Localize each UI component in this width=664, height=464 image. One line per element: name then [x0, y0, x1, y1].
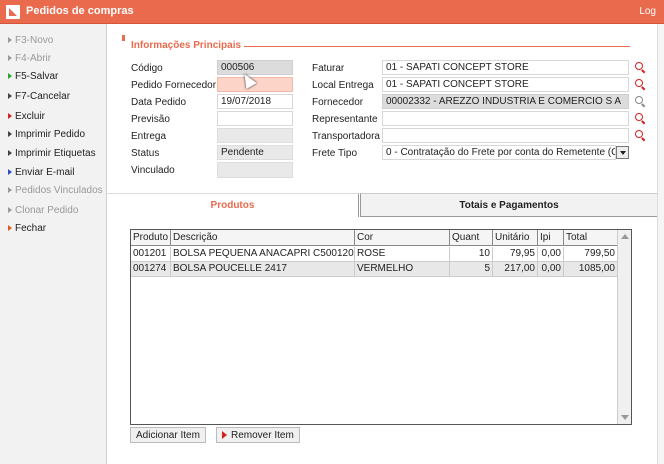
remove-item-button[interactable]: Remover Item	[216, 427, 300, 443]
codigo-label: Código	[131, 63, 163, 74]
vinculado-field	[217, 162, 293, 178]
window-title: Pedidos de compras	[26, 5, 134, 17]
sidebar-item-novo[interactable]: F3-Novo	[8, 33, 53, 47]
transportadora-field[interactable]	[382, 128, 629, 143]
title-bar: Pedidos de compras Log	[0, 0, 664, 24]
table-row[interactable]: 001274 BOLSA POUCELLE 2417 VERMELHO 5 21…	[131, 262, 618, 277]
sidebar-item-pedidos-vinculados[interactable]: Pedidos Vinculados	[8, 183, 103, 197]
section-divider	[244, 46, 630, 47]
frete-tipo-label: Frete Tipo	[312, 148, 358, 159]
previsao-label: Previsão	[131, 114, 170, 125]
header-total[interactable]: Total	[564, 230, 618, 246]
arrow-icon	[8, 150, 12, 156]
products-grid[interactable]: Produto Descrição Cor Quant Unitário Ipi…	[130, 229, 632, 425]
arrow-icon	[8, 55, 12, 61]
search-icon[interactable]	[634, 129, 646, 141]
codigo-field[interactable]: 000506	[217, 60, 293, 75]
arrow-icon	[8, 37, 12, 43]
arrow-icon	[8, 207, 12, 213]
search-icon[interactable]	[634, 78, 646, 90]
header-descricao[interactable]: Descrição	[171, 230, 355, 246]
fornecedor-field[interactable]: 00002332 - AREZZO INDUSTRIA E COMERCIO S…	[382, 94, 629, 109]
vinculado-label: Vinculado	[131, 165, 175, 176]
sidebar: F3-Novo F4-Abrir F5-Salvar F7-Cancelar E…	[0, 24, 107, 464]
search-icon[interactable]	[634, 112, 646, 124]
tab-totais-pagamentos[interactable]: Totais e Pagamentos	[360, 193, 657, 217]
sidebar-item-clonar-pedido[interactable]: Clonar Pedido	[8, 203, 78, 217]
status-field: Pendente	[217, 145, 293, 160]
arrow-icon	[8, 225, 12, 231]
local-entrega-field[interactable]: 01 - SAPATI CONCEPT STORE	[382, 77, 629, 92]
sidebar-item-enviar-email[interactable]: Enviar E-mail	[8, 165, 74, 179]
arrow-icon	[8, 131, 12, 137]
table-row[interactable]: 001201 BOLSA PEQUENA ANACAPRI C50012002 …	[131, 247, 618, 262]
scroll-up-icon[interactable]	[621, 234, 629, 239]
transportadora-label: Transportadora	[312, 131, 380, 142]
pedido-fornecedor-label: Pedido Fornecedor	[131, 80, 217, 91]
representante-field[interactable]	[382, 111, 629, 126]
arrow-icon	[8, 73, 12, 79]
header-produto[interactable]: Produto	[131, 230, 171, 246]
arrow-icon	[8, 93, 12, 99]
faturar-field[interactable]: 01 - SAPATI CONCEPT STORE	[382, 60, 629, 75]
sidebar-item-excluir[interactable]: Excluir	[8, 109, 45, 123]
entrega-label: Entrega	[131, 131, 167, 142]
sidebar-item-salvar[interactable]: F5-Salvar	[8, 69, 58, 83]
log-link[interactable]: Log	[639, 6, 656, 17]
data-pedido-field[interactable]: 19/07/2018	[217, 94, 293, 109]
faturar-label: Faturar	[312, 63, 345, 74]
header-ipi[interactable]: Ipi	[538, 230, 564, 246]
grid-header: Produto Descrição Cor Quant Unitário Ipi…	[131, 230, 618, 246]
header-cor[interactable]: Cor	[355, 230, 450, 246]
arrow-icon	[8, 113, 12, 119]
header-quant[interactable]: Quant	[450, 230, 493, 246]
search-icon[interactable]	[634, 95, 646, 107]
arrow-icon	[8, 169, 12, 175]
window-edge	[657, 24, 664, 464]
arrow-icon	[8, 187, 12, 193]
scroll-down-icon[interactable]	[621, 415, 629, 420]
fornecedor-label: Fornecedor	[312, 97, 364, 108]
header-unitario[interactable]: Unitário	[493, 230, 538, 246]
add-item-button[interactable]: Adicionar Item	[130, 427, 206, 443]
local-entrega-label: Local Entrega	[312, 80, 374, 91]
sidebar-item-fechar[interactable]: Fechar	[8, 221, 46, 235]
data-pedido-label: Data Pedido	[131, 97, 187, 108]
section-title: Informações Principais	[131, 40, 242, 51]
chevron-down-icon[interactable]	[616, 146, 629, 159]
sidebar-item-abrir[interactable]: F4-Abrir	[8, 51, 51, 65]
frete-tipo-select[interactable]: 0 - Contratação do Frete por conta do Re…	[382, 145, 616, 160]
tab-produtos[interactable]: Produtos	[107, 193, 359, 217]
vertical-scrollbar[interactable]	[617, 230, 631, 424]
previsao-field[interactable]	[217, 111, 293, 126]
sidebar-item-imprimir-pedido[interactable]: Imprimir Pedido	[8, 127, 85, 141]
search-icon[interactable]	[634, 61, 646, 73]
section-decoration	[122, 35, 125, 41]
sidebar-item-imprimir-etiquetas[interactable]: Imprimir Etiquetas	[8, 146, 96, 160]
representante-label: Representante	[312, 114, 378, 125]
app-logo-icon	[6, 5, 20, 19]
entrega-field[interactable]	[217, 128, 293, 143]
red-arrow-icon	[222, 431, 227, 439]
tab-underline	[107, 217, 359, 218]
status-label: Status	[131, 148, 160, 159]
sidebar-item-cancelar[interactable]: F7-Cancelar	[8, 89, 70, 103]
